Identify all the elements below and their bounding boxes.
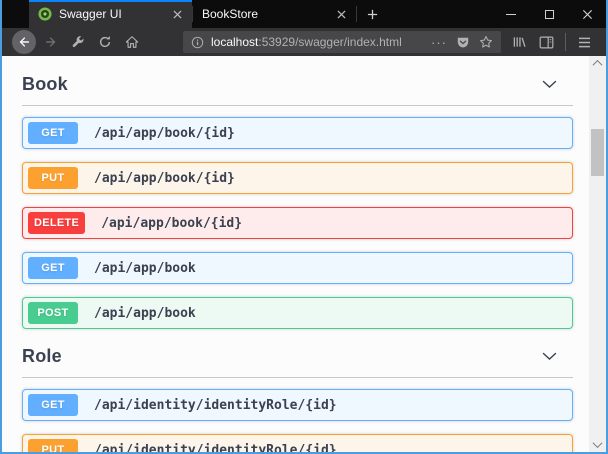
toolbar-right-icons xyxy=(506,30,598,54)
library-button[interactable] xyxy=(506,30,533,54)
section-header[interactable]: Role xyxy=(22,342,573,370)
new-tab-icon xyxy=(367,9,378,20)
reload-icon xyxy=(98,35,112,49)
chevron-down-icon[interactable] xyxy=(542,80,557,89)
scroll-down-icon[interactable] xyxy=(589,437,606,452)
method-badge: GET xyxy=(28,122,78,144)
scroll-up-icon[interactable] xyxy=(589,56,606,71)
url-path: :53929/swagger/index.html xyxy=(258,35,401,49)
url-host: localhost xyxy=(211,35,258,49)
operation-path: /api/identity/identityRole/{id} xyxy=(94,443,337,453)
operation-path: /api/app/book/{id} xyxy=(94,171,235,186)
chevron-down-icon[interactable] xyxy=(542,352,557,361)
method-badge: PUT xyxy=(28,439,78,452)
method-badge: DELETE xyxy=(28,212,85,234)
menu-icon xyxy=(578,37,591,48)
operation-row[interactable]: GET /api/app/book xyxy=(22,252,573,284)
operation-path: /api/identity/identityRole/{id} xyxy=(94,398,337,413)
sidebar-icon xyxy=(539,36,554,49)
maximize-button[interactable] xyxy=(530,0,568,28)
section-header[interactable]: Book xyxy=(22,70,573,98)
titlebar: Swagger UI BookStore xyxy=(2,0,606,28)
api-sections: Book GET /api/app/book/{id} PUT /api/app… xyxy=(2,70,606,452)
close-window-button[interactable] xyxy=(568,0,606,28)
nav-toolbar: localhost:53929/swagger/index.html ··· xyxy=(2,28,606,56)
section-title: Book xyxy=(22,74,68,95)
browser-window: Swagger UI BookStore xyxy=(0,0,608,454)
tab-bookstore[interactable]: BookStore xyxy=(193,0,356,28)
section-title: Role xyxy=(22,346,62,367)
operation-path: /api/app/book xyxy=(94,306,196,321)
close-icon[interactable] xyxy=(169,6,185,22)
new-tab-button[interactable] xyxy=(357,0,387,28)
scrollbar[interactable] xyxy=(589,56,606,452)
operation-row[interactable]: GET /api/app/book/{id} xyxy=(22,117,573,149)
operation-path: /api/app/book/{id} xyxy=(101,216,242,231)
page-content: Book GET /api/app/book/{id} PUT /api/app… xyxy=(2,56,606,452)
api-section: Book GET /api/app/book/{id} PUT /api/app… xyxy=(22,70,573,329)
operation-row[interactable]: DELETE /api/app/book/{id} xyxy=(22,207,573,239)
method-badge: GET xyxy=(28,394,78,416)
forward-icon xyxy=(44,35,58,49)
operation-row[interactable]: PUT /api/identity/identityRole/{id} xyxy=(22,434,573,452)
method-badge: POST xyxy=(28,302,78,324)
tab-title: Swagger UI xyxy=(59,7,169,21)
sidebar-button[interactable] xyxy=(533,30,560,54)
operation-row[interactable]: PUT /api/app/book/{id} xyxy=(22,162,573,194)
home-button[interactable] xyxy=(118,30,145,54)
tab-title: BookStore xyxy=(202,7,333,21)
section-operations: GET /api/app/book/{id} PUT /api/app/book… xyxy=(22,117,573,329)
forward-button[interactable] xyxy=(37,30,64,54)
api-section: Role GET /api/identity/identityRole/{id}… xyxy=(22,342,573,452)
operation-path: /api/app/book/{id} xyxy=(94,126,235,141)
scrollbar-thumb[interactable] xyxy=(591,129,604,176)
operation-row[interactable]: GET /api/identity/identityRole/{id} xyxy=(22,389,573,421)
maximize-icon xyxy=(545,10,554,19)
operation-row[interactable]: POST /api/app/book xyxy=(22,297,573,329)
home-icon xyxy=(125,35,139,49)
method-badge: GET xyxy=(28,257,78,279)
info-icon xyxy=(191,36,204,49)
reload-button[interactable] xyxy=(91,30,118,54)
tab-strip-spacer xyxy=(2,0,29,28)
devtools-button[interactable] xyxy=(64,30,91,54)
tab-swagger-ui[interactable]: Swagger UI xyxy=(29,0,192,28)
close-icon xyxy=(582,9,593,20)
toolbar-separator xyxy=(565,33,566,51)
menu-button[interactable] xyxy=(571,30,598,54)
section-operations: GET /api/identity/identityRole/{id} PUT … xyxy=(22,389,573,452)
page-actions-icon[interactable]: ··· xyxy=(431,35,447,50)
url-bar[interactable]: localhost:53929/swagger/index.html ··· xyxy=(183,31,501,53)
minimize-button[interactable] xyxy=(492,0,530,28)
minimize-icon xyxy=(506,14,516,15)
library-icon xyxy=(512,35,527,49)
section-divider xyxy=(22,377,573,378)
wrench-icon xyxy=(71,35,85,49)
pocket-icon[interactable] xyxy=(456,36,470,49)
section-divider xyxy=(22,105,573,106)
swagger-logo-icon xyxy=(38,7,52,21)
back-icon xyxy=(12,30,36,54)
operation-path: /api/app/book xyxy=(94,261,196,276)
method-badge: PUT xyxy=(28,167,78,189)
window-controls xyxy=(492,0,606,28)
back-button[interactable] xyxy=(10,30,37,54)
bookmark-star-icon[interactable] xyxy=(479,35,493,49)
close-icon[interactable] xyxy=(333,6,349,22)
